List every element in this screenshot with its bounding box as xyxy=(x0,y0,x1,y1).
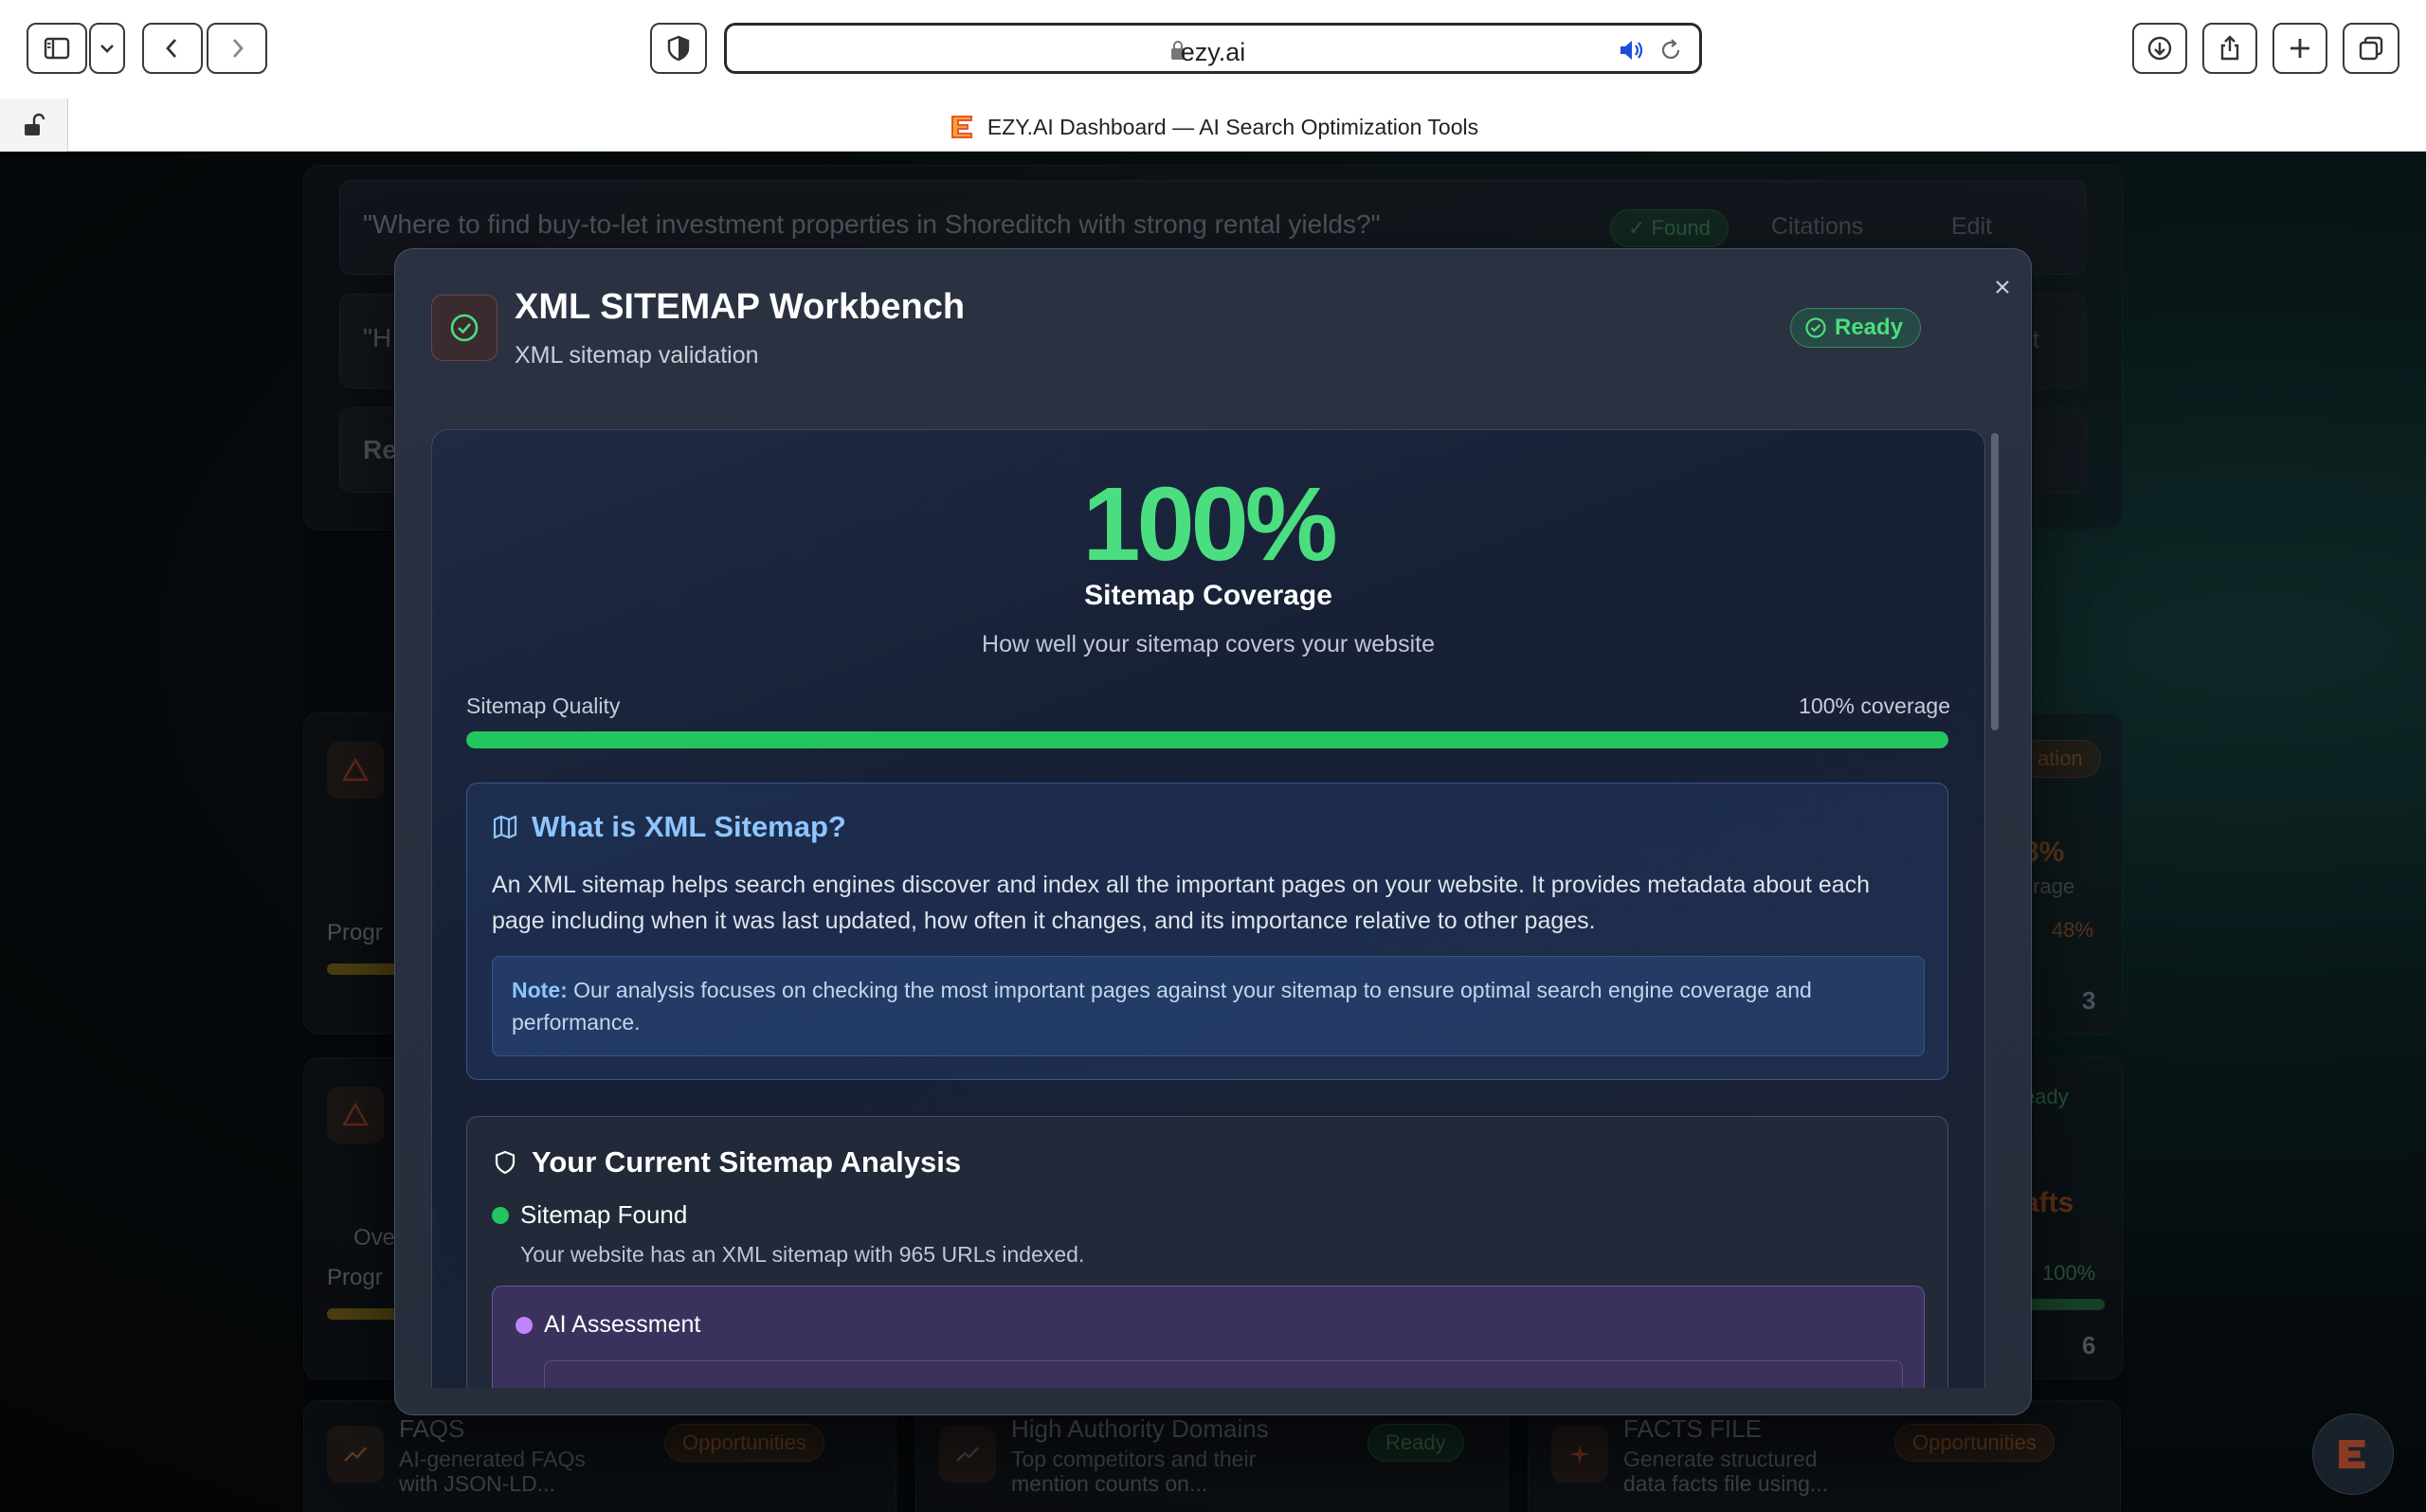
tab-title-text: EZY.AI Dashboard — AI Search Optimizatio… xyxy=(987,114,1479,139)
coverage-subtitle: How well your sitemap covers your websit… xyxy=(982,631,1435,657)
back-button[interactable] xyxy=(142,23,203,74)
download-icon xyxy=(2147,36,2172,61)
ezy-logo-icon xyxy=(950,116,972,138)
what-is-sitemap-box: What is XML Sitemap? An XML sitemap help… xyxy=(466,783,1948,1080)
reload-icon[interactable] xyxy=(1657,37,1684,63)
quality-progress-bar xyxy=(466,731,1948,748)
sitemap-found-status: Sitemap Found xyxy=(492,1200,687,1230)
scrollbar-thumb[interactable] xyxy=(1991,433,1999,730)
sidebar-icon xyxy=(44,37,70,60)
note-text: Our analysis focuses on checking the mos… xyxy=(512,978,1812,1035)
ai-assessment-content xyxy=(544,1360,1903,1388)
coverage-title: Sitemap Coverage xyxy=(1084,580,1332,611)
ai-assessment-box: AI Assessment xyxy=(492,1286,1925,1388)
note-box: Note: Our analysis focuses on checking t… xyxy=(492,956,1925,1056)
found-label: Sitemap Found xyxy=(520,1200,688,1229)
analysis-title: Your Current Sitemap Analysis xyxy=(492,1145,961,1179)
chevron-right-icon xyxy=(232,39,244,58)
info-title: What is XML Sitemap? xyxy=(492,810,846,844)
xml-sitemap-modal: XML SITEMAP Workbench XML sitemap valida… xyxy=(394,248,2032,1415)
new-tab-button[interactable] xyxy=(2272,23,2327,74)
status-badge: Ready xyxy=(1790,308,1922,348)
check-circle-icon xyxy=(1805,317,1826,338)
tabs-icon xyxy=(2359,36,2383,61)
sidebar-menu-button[interactable] xyxy=(89,23,125,74)
chevron-down-icon xyxy=(100,45,114,53)
forward-button[interactable] xyxy=(207,23,267,74)
analysis-title-text: Your Current Sitemap Analysis xyxy=(532,1145,962,1179)
tab-overview-button[interactable] xyxy=(2343,23,2399,74)
coverage-percent: 100% xyxy=(1082,466,1337,583)
sitemap-analysis-box: Your Current Sitemap Analysis Sitemap Fo… xyxy=(466,1116,1948,1388)
sidebar-toggle-button[interactable] xyxy=(27,23,87,74)
info-description: An XML sitemap helps search engines disc… xyxy=(492,872,1871,934)
chevron-left-icon xyxy=(166,39,177,58)
ezy-floating-logo[interactable] xyxy=(2312,1413,2394,1495)
check-circle-icon xyxy=(431,295,498,361)
status-dot xyxy=(492,1206,509,1224)
share-icon xyxy=(2220,35,2239,61)
close-icon xyxy=(1996,280,2009,294)
browser-chrome: ezy.ai EZY.AI Dashboard — AI Search Opti… xyxy=(0,0,2426,152)
active-tab[interactable]: EZY.AI Dashboard — AI Search Optimizatio… xyxy=(0,112,2426,142)
url-text: ezy.ai xyxy=(1180,38,1246,66)
info-title-text: What is XML Sitemap? xyxy=(532,810,846,843)
map-icon xyxy=(493,815,517,839)
share-button[interactable] xyxy=(2202,23,2257,74)
modal-title: XML SITEMAP Workbench xyxy=(515,287,966,327)
quality-progress-fill xyxy=(466,731,1948,748)
status-dot xyxy=(516,1316,533,1334)
modal-content[interactable]: 100% Sitemap Coverage How well your site… xyxy=(431,429,1985,1388)
privacy-shield-button[interactable] xyxy=(650,23,707,74)
quality-label: Sitemap Quality xyxy=(466,693,621,718)
close-button[interactable] xyxy=(1987,272,2018,302)
shield-icon xyxy=(667,35,690,62)
plus-icon xyxy=(2290,39,2309,58)
shield-icon xyxy=(495,1150,516,1175)
ezy-logo-icon xyxy=(2339,1440,2365,1468)
note-label: Note: xyxy=(512,978,568,1002)
ai-assessment-label: AI Assessment xyxy=(544,1311,701,1338)
modal-subtitle: XML sitemap validation xyxy=(515,342,759,369)
status-text: Ready xyxy=(1835,315,1904,340)
found-description: Your website has an XML sitemap with 965… xyxy=(520,1242,1085,1267)
speaker-icon[interactable] xyxy=(1618,37,1646,63)
ai-assessment-header: AI Assessment xyxy=(516,1311,700,1339)
quality-value: 100% coverage xyxy=(1799,693,1950,718)
downloads-button[interactable] xyxy=(2132,23,2187,74)
address-bar[interactable]: ezy.ai xyxy=(724,23,1702,74)
